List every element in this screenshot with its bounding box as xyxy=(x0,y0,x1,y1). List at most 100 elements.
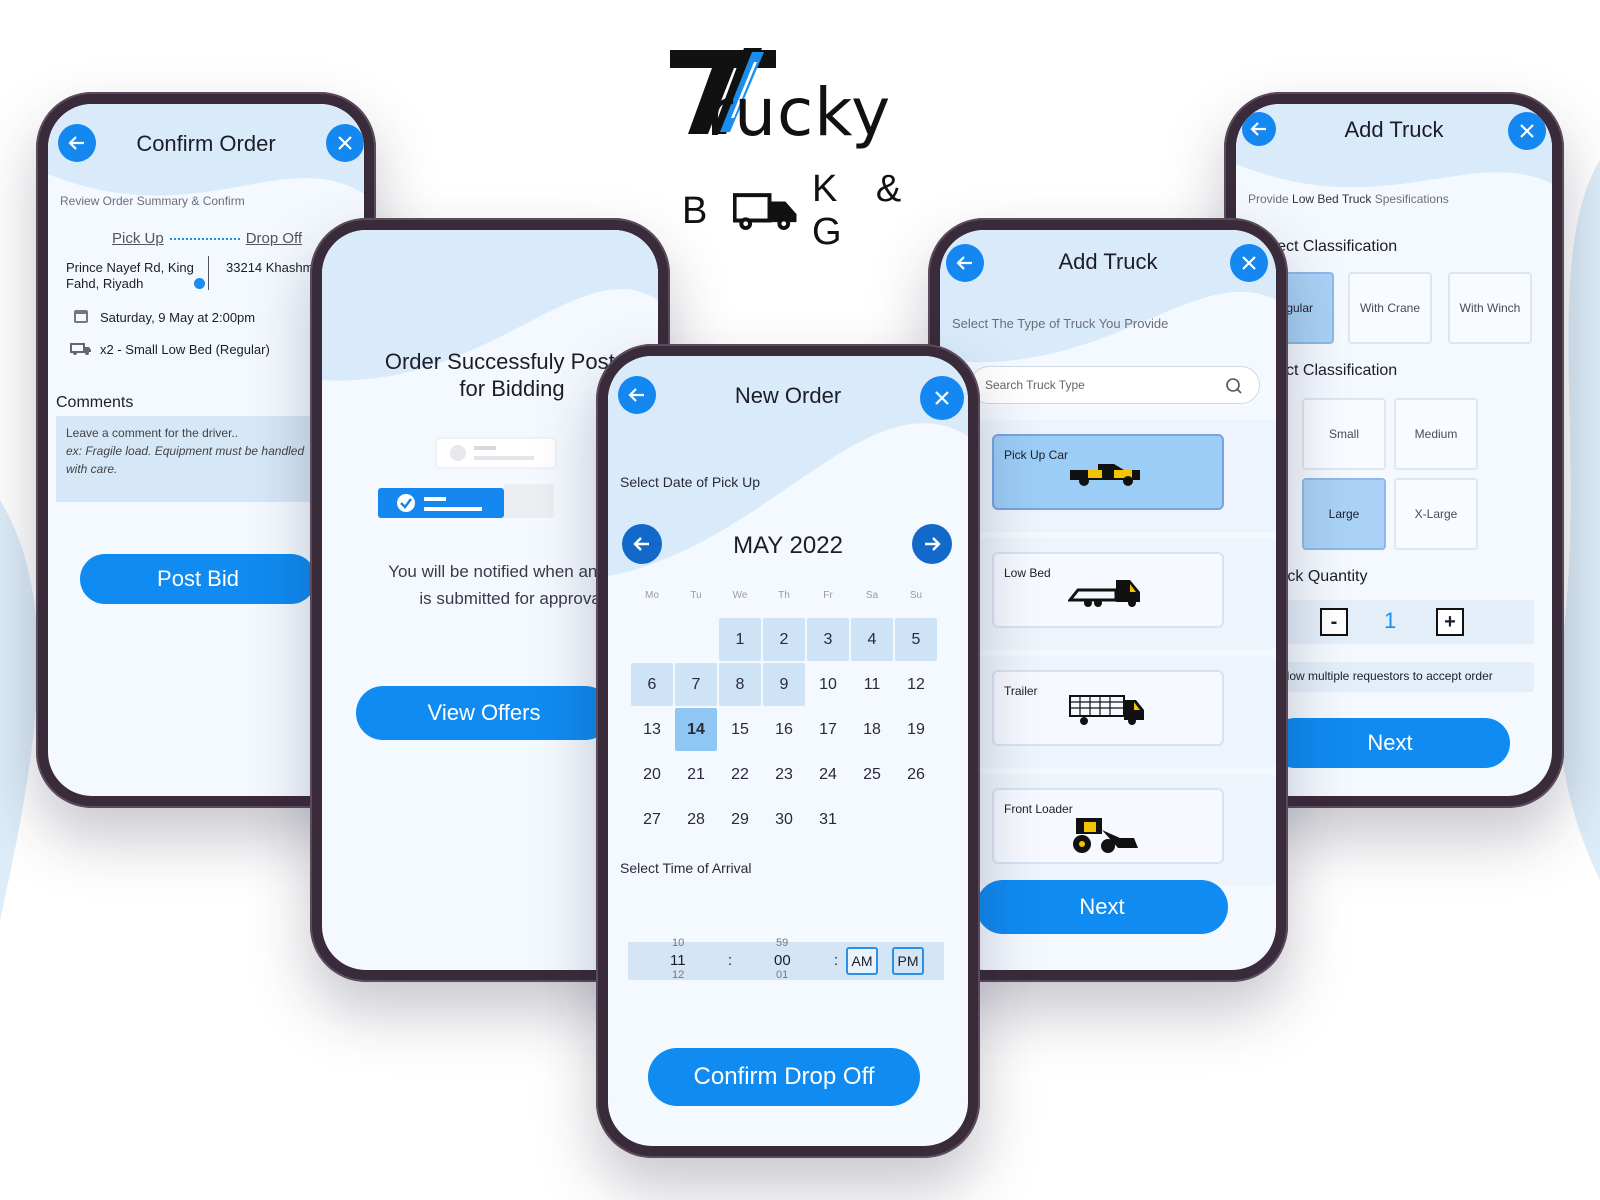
arrow-right-icon xyxy=(925,537,941,551)
truck-type-low-bed[interactable]: Low Bed xyxy=(992,552,1224,628)
calendar-day[interactable]: 27 xyxy=(631,798,673,841)
calendar-day[interactable]: 3 xyxy=(807,618,849,661)
page-subtitle: Review Order Summary & Confirm xyxy=(60,194,245,208)
calendar-day[interactable]: 5 xyxy=(895,618,937,661)
pm-toggle[interactable]: PM xyxy=(892,947,924,975)
hour-value: 11 xyxy=(670,952,686,969)
close-button[interactable] xyxy=(1508,112,1546,150)
verified-icon xyxy=(194,278,205,289)
comment-placeholder: Leave a comment for the driver.. xyxy=(66,426,239,440)
calendar-day[interactable]: 9 xyxy=(763,663,805,706)
view-offers-button[interactable]: View Offers xyxy=(356,686,612,740)
calendar-day[interactable]: 8 xyxy=(719,663,761,706)
close-icon xyxy=(935,391,949,405)
increase-quantity-button[interactable]: + xyxy=(1436,608,1464,636)
pickup-address: Prince Nayef Rd, King Fahd, Riyadh xyxy=(66,260,194,291)
comment-textarea[interactable]: Leave a comment for the driver.. ex: Fra… xyxy=(56,416,316,502)
route-dotted-line xyxy=(169,237,240,240)
pickup-car-icon xyxy=(1070,464,1140,486)
new-order-screen: New Order Select Date of Pick Up MAY 202… xyxy=(608,356,968,1146)
calendar-day[interactable]: 21 xyxy=(675,753,717,796)
size-medium[interactable]: Medium xyxy=(1394,398,1478,470)
decrease-quantity-button[interactable]: - xyxy=(1320,608,1348,636)
confirm-drop-off-button[interactable]: Confirm Drop Off xyxy=(648,1048,920,1106)
calendar-day[interactable]: 12 xyxy=(895,663,937,706)
calendar-day[interactable]: 23 xyxy=(763,753,805,796)
calendar-day[interactable]: 25 xyxy=(851,753,893,796)
am-toggle[interactable]: AM xyxy=(846,947,878,975)
truck-type-pickup-car[interactable]: Pick Up Car xyxy=(992,434,1224,510)
next-button[interactable]: Next xyxy=(976,880,1228,934)
comments-label: Comments xyxy=(56,394,134,411)
truck-type-front-loader[interactable]: Front Loader xyxy=(992,788,1224,864)
truck-type-label: Low Bed xyxy=(1004,566,1051,580)
truck-logo-icon xyxy=(733,193,797,231)
calendar-day[interactable]: 16 xyxy=(763,708,805,751)
close-button[interactable] xyxy=(1230,244,1268,282)
calendar-day[interactable]: 24 xyxy=(807,753,849,796)
calendar-day[interactable]: 13 xyxy=(631,708,673,751)
calendar-day[interactable]: 26 xyxy=(895,753,937,796)
add-truck-type-screen: Add Truck Select The Type of Truck You P… xyxy=(940,230,1276,970)
header: Confirm Order xyxy=(48,124,364,164)
size-small[interactable]: Small xyxy=(1302,398,1386,470)
date-label: Select Date of Pick Up xyxy=(620,474,761,490)
truck-summary: x2 - Small Low Bed (Regular) xyxy=(100,342,270,357)
calendar-day[interactable]: 30 xyxy=(763,798,805,841)
route-divider xyxy=(208,256,209,290)
time-picker[interactable]: 10 11 12 : 59 00 01 : AM PM xyxy=(628,937,944,980)
weekday-label: Sa xyxy=(865,590,879,601)
brand-name: rucky xyxy=(706,74,892,151)
truck-type-label: Trailer xyxy=(1004,684,1038,698)
truck-icon xyxy=(70,343,91,355)
calendar-day[interactable]: 2 xyxy=(763,618,805,661)
search-placeholder: Search Truck Type xyxy=(985,378,1085,392)
calendar-day[interactable]: 11 xyxy=(851,663,893,706)
page-title: Add Truck xyxy=(1344,117,1444,142)
option-with-winch[interactable]: With Winch xyxy=(1448,272,1532,344)
time-separator: : xyxy=(728,952,733,969)
truck-type-label: Front Loader xyxy=(1004,802,1073,816)
close-button[interactable] xyxy=(326,124,364,162)
route-labels: Pick Up Drop Off xyxy=(112,230,302,247)
size-x-large[interactable]: X-Large xyxy=(1394,478,1478,550)
calendar-day[interactable]: 10 xyxy=(807,663,849,706)
calendar-day[interactable]: 7 xyxy=(675,663,717,706)
next-month-button[interactable] xyxy=(912,524,952,564)
phone-add-truck-type: Add Truck Select The Type of Truck You P… xyxy=(928,218,1288,982)
calendar-day[interactable]: 15 xyxy=(719,708,761,751)
truck-type-label: Pick Up Car xyxy=(1004,448,1069,462)
low-bed-truck-icon xyxy=(1068,580,1140,607)
trailer-truck-icon xyxy=(1069,695,1144,725)
calendar-day[interactable]: 6 xyxy=(631,663,673,706)
subtitle-truck: Low Bed Truck xyxy=(1292,192,1372,206)
calendar-day[interactable]: 28 xyxy=(675,798,717,841)
allow-multiple-toggle[interactable]: Allow multiple requestors to accept orde… xyxy=(1256,662,1534,692)
calendar-day[interactable]: 18 xyxy=(851,708,893,751)
calendar-day[interactable]: 22 xyxy=(719,753,761,796)
calendar-day[interactable]: 14 xyxy=(675,708,717,751)
page-subtitle: Select The Type of Truck You Provide xyxy=(952,316,1169,331)
calendar-day[interactable]: 4 xyxy=(851,618,893,661)
calendar-day[interactable]: 29 xyxy=(719,798,761,841)
calendar-empty-cell xyxy=(630,617,674,662)
dropoff-link[interactable]: Drop Off xyxy=(246,230,302,247)
close-icon xyxy=(1242,256,1256,270)
truck-type-trailer[interactable]: Trailer xyxy=(992,670,1224,746)
calendar-icon xyxy=(74,310,88,323)
search-icon xyxy=(1226,378,1242,394)
pickup-link[interactable]: Pick Up xyxy=(112,230,164,247)
size-large[interactable]: Large xyxy=(1302,478,1386,550)
calendar-day[interactable]: 20 xyxy=(631,753,673,796)
post-bid-button[interactable]: Post Bid xyxy=(80,554,316,604)
calendar-day[interactable]: 1 xyxy=(719,618,761,661)
option-with-crane[interactable]: With Crane xyxy=(1348,272,1432,344)
calendar-day[interactable]: 17 xyxy=(807,708,849,751)
calendar-day[interactable]: 31 xyxy=(807,798,849,841)
search-field[interactable]: Search Truck Type xyxy=(970,366,1260,404)
weekday-label: We xyxy=(732,590,748,601)
close-button[interactable] xyxy=(920,376,964,420)
calendar-day[interactable]: 19 xyxy=(895,708,937,751)
comment-example: ex: Fragile load. Equipment must be hand… xyxy=(66,444,305,476)
next-button[interactable]: Next xyxy=(1270,718,1510,768)
